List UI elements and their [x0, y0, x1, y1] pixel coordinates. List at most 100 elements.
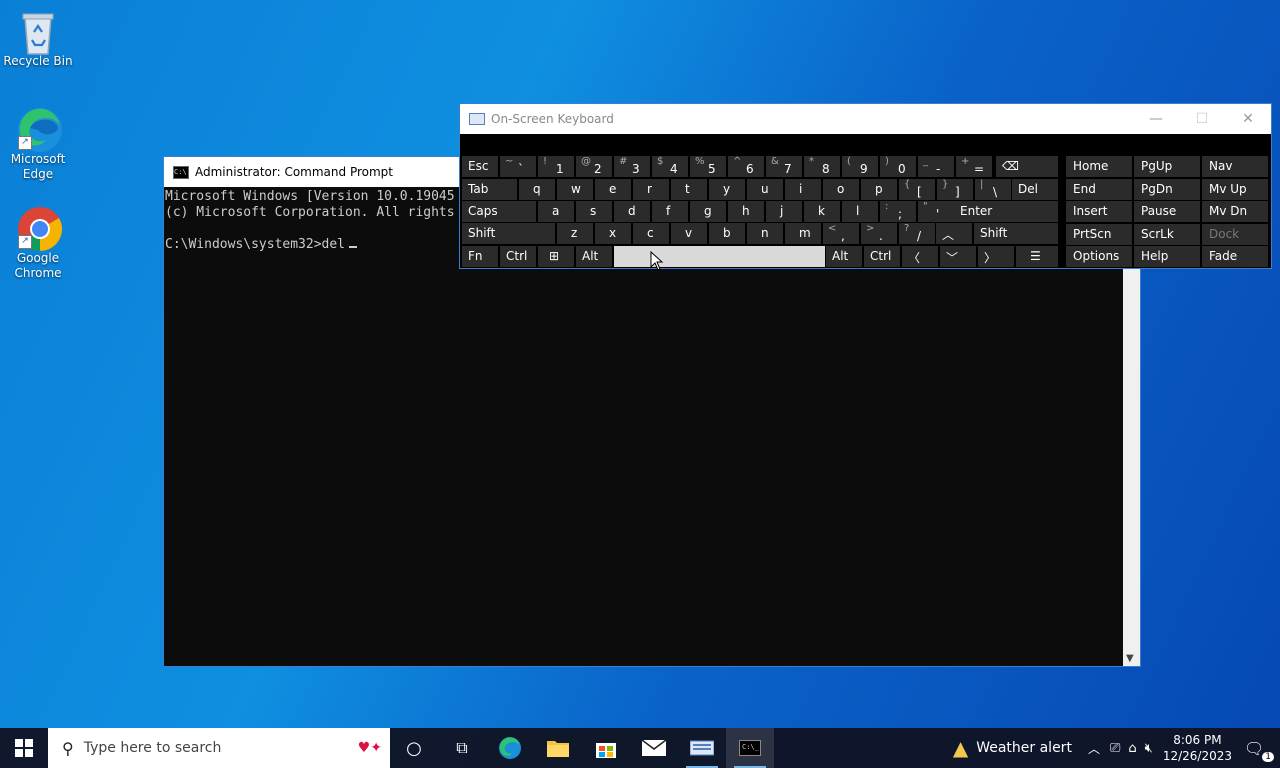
key-l[interactable]: l [842, 201, 878, 222]
osk-titlebar[interactable]: On-Screen Keyboard — ☐ ✕ [460, 104, 1271, 134]
key-row1-9[interactable]: (9 [842, 156, 878, 177]
key-x[interactable]: x [595, 223, 631, 244]
taskbar-store[interactable] [582, 728, 630, 768]
key-prtscn[interactable]: PrtScn [1066, 223, 1132, 245]
key-esc[interactable]: Esc [462, 156, 498, 177]
key-row1-11[interactable]: _ - [918, 156, 954, 177]
key-t[interactable]: t [671, 179, 707, 200]
key-pause[interactable]: Pause [1134, 201, 1200, 222]
scroll-down-arrow-icon[interactable]: ▼ [1126, 653, 1134, 664]
taskbar-edge[interactable] [486, 728, 534, 768]
key-tab[interactable]: Tab [462, 179, 517, 200]
network-icon[interactable]: ⌂ [1128, 741, 1136, 756]
key-ctrl-right[interactable]: Ctrl [864, 246, 900, 267]
key-row3b-1[interactable]: " ' [918, 201, 954, 222]
key-row2b-1[interactable]: }] [937, 179, 973, 200]
key-alt-left[interactable]: Alt [576, 246, 612, 267]
key-row1-0[interactable]: ~ ` [500, 156, 536, 177]
key-fade[interactable]: Fade [1202, 246, 1268, 267]
key-enter[interactable]: Enter [954, 201, 1058, 222]
key-row1-8[interactable]: * 8 [804, 156, 840, 177]
key-backspace[interactable]: ⌫ [996, 156, 1058, 177]
key-y[interactable]: y [709, 179, 745, 200]
key-arrow-down[interactable]: ﹀ [940, 246, 976, 267]
desktop-icon-recycle-bin[interactable]: Recycle Bin [0, 8, 76, 69]
key-row2b-0[interactable]: {[ [899, 179, 935, 200]
key-z[interactable]: z [557, 223, 593, 244]
key-row4b-0[interactable]: <, [823, 223, 859, 244]
key-arrow-left[interactable]: 〈 [902, 246, 938, 267]
key-nav[interactable]: Nav [1202, 156, 1268, 177]
taskbar-on-screen-keyboard[interactable] [678, 728, 726, 768]
key-help[interactable]: Help [1134, 246, 1200, 267]
key-row1-12[interactable]: + = [956, 156, 992, 177]
key-alt-right[interactable]: Alt [826, 246, 862, 267]
desktop-icon-chrome[interactable]: ↗ Google Chrome [0, 205, 76, 281]
key-n[interactable]: n [747, 223, 783, 244]
key-row2b-2[interactable]: | \ [975, 179, 1011, 200]
key-menu[interactable]: ☰ [1016, 246, 1058, 267]
key-row1-4[interactable]: $4 [652, 156, 688, 177]
key-j[interactable]: j [766, 201, 802, 222]
show-hidden-icons-chevron-icon[interactable]: ︿ [1088, 740, 1100, 757]
key-u[interactable]: u [747, 179, 783, 200]
key-arrow-up[interactable]: ︿ [936, 223, 972, 244]
key-row4b-1[interactable]: >. [861, 223, 897, 244]
close-button[interactable]: ✕ [1225, 104, 1271, 134]
key-k[interactable]: k [804, 201, 840, 222]
key-f[interactable]: f [652, 201, 688, 222]
key-ctrl-left[interactable]: Ctrl [500, 246, 536, 267]
key-row1-3[interactable]: #3 [614, 156, 650, 177]
key-arrow-right[interactable]: 〉 [978, 246, 1014, 267]
start-button[interactable] [0, 728, 48, 768]
key-options[interactable]: Options [1066, 246, 1132, 267]
taskbar-mail[interactable] [630, 728, 678, 768]
key-scrlk[interactable]: ScrLk [1134, 223, 1200, 245]
key-del[interactable]: Del [1012, 179, 1058, 200]
key-h[interactable]: h [728, 201, 764, 222]
key-caps[interactable]: Caps [462, 201, 536, 222]
key-row1-1[interactable]: ! 1 [538, 156, 574, 177]
taskbar-file-explorer[interactable] [534, 728, 582, 768]
key-g[interactable]: g [690, 201, 726, 222]
maximize-button[interactable]: ☐ [1179, 104, 1225, 134]
key-home[interactable]: Home [1066, 156, 1132, 177]
key-v[interactable]: v [671, 223, 707, 244]
key-i[interactable]: i [785, 179, 821, 200]
key-row3b-0[interactable]: :; [880, 201, 916, 222]
key-pgdn[interactable]: PgDn [1134, 178, 1200, 200]
key-space[interactable] [614, 246, 825, 267]
key-dock[interactable]: Dock [1202, 223, 1268, 245]
key-row1-10[interactable]: ) 0 [880, 156, 916, 177]
key-w[interactable]: w [557, 179, 593, 200]
volume-muted-icon[interactable]: 🔇︎ [1145, 741, 1153, 756]
notification-center-button[interactable]: 🗨︎ 1 [1244, 739, 1274, 762]
key-q[interactable]: q [519, 179, 555, 200]
cortana-button[interactable]: ○ [390, 728, 438, 768]
key-r[interactable]: r [633, 179, 669, 200]
weather-widget[interactable]: ▲ Weather alert [953, 736, 1072, 760]
clock[interactable]: 8:06 PM 12/26/2023 [1163, 732, 1232, 764]
key-row1-2[interactable]: @2 [576, 156, 612, 177]
taskbar-search-box[interactable]: ⚲ Type here to search ♥✦ [48, 728, 390, 768]
key-insert[interactable]: Insert [1066, 201, 1132, 222]
key-a[interactable]: a [538, 201, 574, 222]
key-mv-up[interactable]: Mv Up [1202, 178, 1268, 200]
key-b[interactable]: b [709, 223, 745, 244]
key-shift-right[interactable]: Shift [974, 223, 1058, 244]
key-row1-7[interactable]: & 7 [766, 156, 802, 177]
key-row4b-2[interactable]: ? / [899, 223, 935, 244]
key-end[interactable]: End [1066, 178, 1132, 200]
key-o[interactable]: o [823, 179, 859, 200]
on-screen-keyboard-window[interactable]: On-Screen Keyboard — ☐ ✕ Esc ⌫ Tab Del C… [459, 103, 1272, 269]
taskbar-command-prompt[interactable]: C:\_ [726, 728, 774, 768]
key-p[interactable]: p [861, 179, 897, 200]
key-m[interactable]: m [785, 223, 821, 244]
key-d[interactable]: d [614, 201, 650, 222]
key-e[interactable]: e [595, 179, 631, 200]
key-mv-dn[interactable]: Mv Dn [1202, 201, 1268, 222]
key-row1-5[interactable]: % 5 [690, 156, 726, 177]
key-pgup[interactable]: PgUp [1134, 156, 1200, 177]
key-windows[interactable]: ⊞ [538, 246, 574, 267]
minimize-button[interactable]: — [1133, 104, 1179, 134]
